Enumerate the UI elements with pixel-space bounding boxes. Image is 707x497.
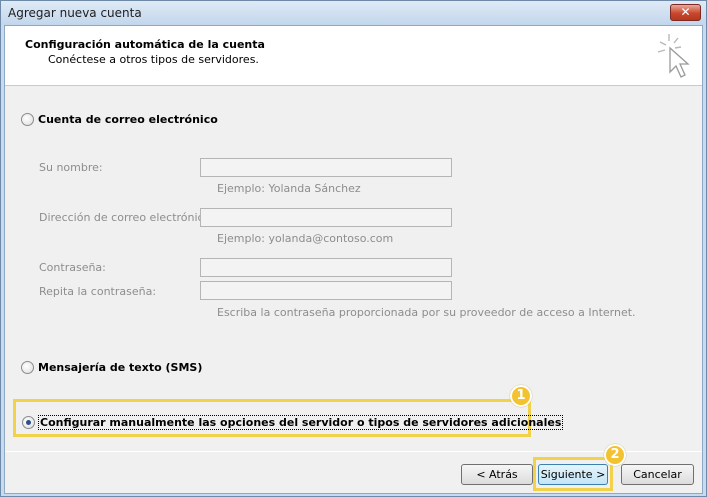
radio-email-account[interactable]: Cuenta de correo electrónico	[21, 113, 218, 126]
email-label: Dirección de correo electrónico:	[39, 211, 215, 224]
cancel-button[interactable]: Cancelar	[621, 464, 694, 485]
header-title: Configuración automática de la cuenta	[25, 38, 265, 51]
radio-button[interactable]	[21, 361, 34, 374]
dialog-client-area: Configuración automática de la cuenta Co…	[4, 25, 703, 494]
radio-email-account-label: Cuenta de correo electrónico	[38, 113, 218, 126]
password-repeat-input[interactable]	[200, 281, 452, 300]
name-label: Su nombre:	[39, 161, 103, 174]
cursor-sparkle-icon	[657, 34, 690, 78]
password-repeat-label: Repita la contraseña:	[39, 285, 157, 298]
radio-button[interactable]	[21, 113, 34, 126]
radio-button-checked[interactable]	[22, 416, 35, 429]
radio-manual-config[interactable]: Configurar manualmente las opciones del …	[22, 415, 564, 430]
email-hint: Ejemplo: yolanda@contoso.com	[217, 232, 394, 245]
password-label: Contraseña:	[39, 261, 106, 274]
close-icon: ✕	[680, 5, 691, 19]
radio-sms-label: Mensajería de texto (SMS)	[38, 361, 203, 374]
step-badge-1: 1	[510, 385, 532, 407]
next-button[interactable]: Siguiente >	[538, 464, 608, 485]
password-input[interactable]	[200, 258, 452, 277]
close-button[interactable]: ✕	[670, 4, 701, 21]
header-subtitle: Conéctese a otros tipos de servidores.	[48, 53, 259, 66]
title-bar[interactable]: Agregar nueva cuenta ✕	[1, 1, 706, 25]
step-badge-2: 2	[604, 444, 626, 466]
password-hint: Escriba la contraseña proporcionada por …	[217, 306, 636, 319]
radio-manual-config-label: Configurar manualmente las opciones del …	[37, 415, 564, 430]
wizard-header: Configuración automática de la cuenta Co…	[5, 26, 702, 86]
name-hint: Ejemplo: Yolanda Sánchez	[217, 182, 361, 195]
name-input[interactable]	[200, 158, 452, 177]
dialog-window: Agregar nueva cuenta ✕ Configuración aut…	[0, 0, 707, 497]
footer-divider	[5, 451, 702, 452]
radio-sms[interactable]: Mensajería de texto (SMS)	[21, 361, 202, 374]
email-input[interactable]	[200, 208, 452, 227]
back-button[interactable]: < Atrás	[461, 464, 533, 485]
window-title: Agregar nueva cuenta	[8, 6, 142, 20]
